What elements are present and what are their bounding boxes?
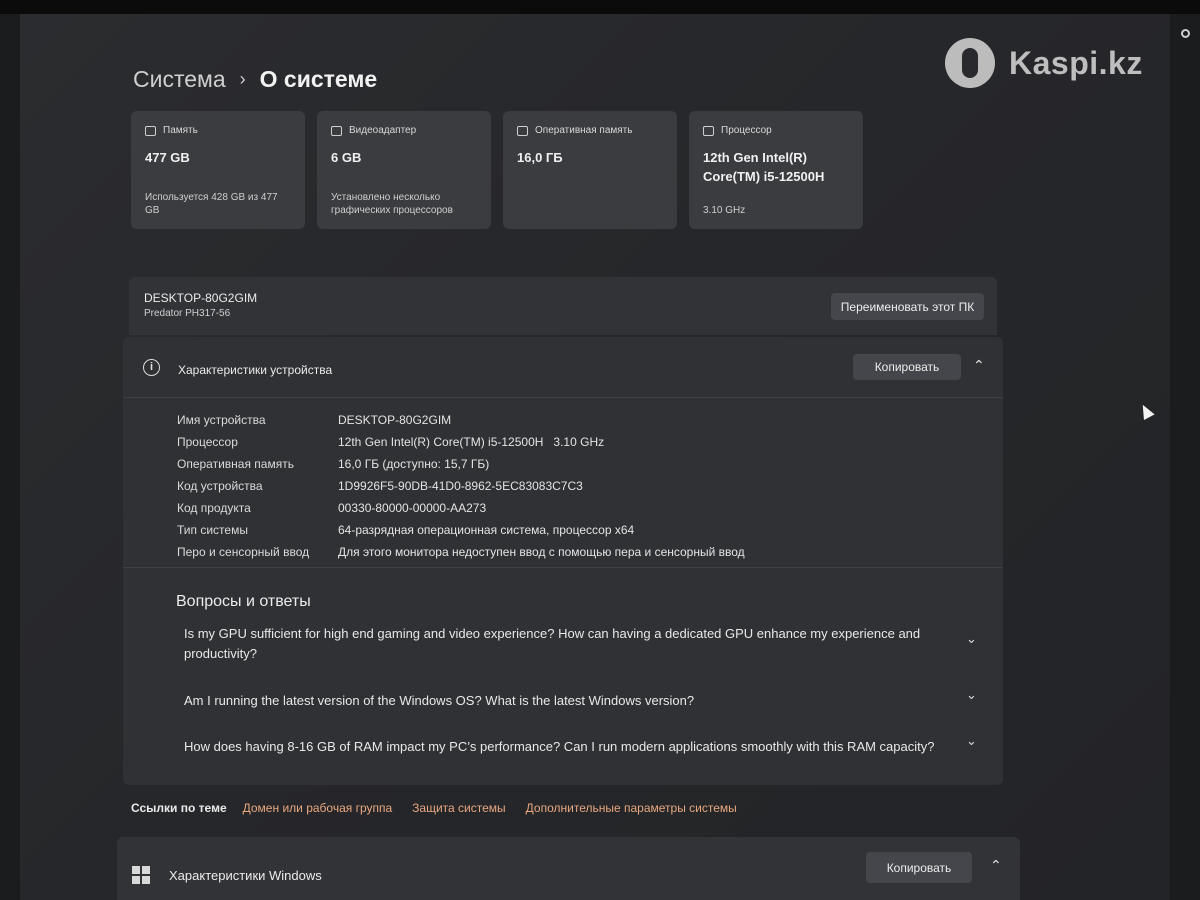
tile-value: 6 GB	[331, 150, 362, 165]
windows-specs-panel[interactable]: Характеристики Windows Копировать ⌃	[117, 837, 1020, 900]
tile-label: Оперативная память	[535, 125, 633, 136]
spec-label: Имя устройства	[177, 413, 266, 427]
tile-subtext: 3.10 GHz	[703, 205, 746, 216]
faq-item[interactable]: Is my GPU sufficient for high end gaming…	[184, 624, 954, 664]
faq-item[interactable]: How does having 8-16 GB of RAM impact my…	[184, 737, 954, 757]
breadcrumb-parent[interactable]: Система	[133, 66, 226, 93]
device-specs-panel: i Характеристики устройства Копировать ⌃…	[123, 337, 1003, 785]
spec-value: 1D9926F5-90DB-41D0-8962-5EC83083C7C3	[338, 479, 583, 493]
spec-label: Оперативная память	[177, 457, 294, 471]
related-links-title: Ссылки по теме	[131, 801, 227, 815]
spec-label: Тип системы	[177, 523, 248, 537]
kaspi-logo-icon	[945, 38, 995, 88]
tile-label: Видеоадаптер	[349, 125, 417, 136]
spec-value: 12th Gen Intel(R) Core(TM) i5-12500H 3.1…	[338, 435, 605, 449]
cpu-icon	[703, 125, 714, 136]
tile-cpu[interactable]: Процессор 12th Gen Intel(R) Core(TM) i5-…	[689, 111, 863, 229]
spec-row: Оперативная память 16,0 ГБ (доступно: 15,…	[177, 453, 745, 475]
chevron-down-icon[interactable]: ⌄	[966, 687, 977, 703]
copy-device-specs-button[interactable]: Копировать	[853, 354, 961, 380]
bezel-dot-icon	[1181, 29, 1190, 38]
spec-row: Код продукта 00330-80000-00000-AA273	[177, 497, 745, 519]
tile-ram[interactable]: Оперативная память 16,0 ГБ	[503, 111, 677, 229]
summary-tiles: Память 477 GB Используется 428 GB из 477…	[131, 111, 863, 229]
watermark: Kaspi.kz	[945, 38, 1143, 88]
tile-label: Память	[163, 125, 198, 136]
spec-value: 16,0 ГБ (доступно: 15,7 ГБ)	[338, 457, 490, 471]
faq-item[interactable]: Am I running the latest version of the W…	[184, 691, 954, 711]
gpu-icon	[331, 125, 342, 136]
link-domain-workgroup[interactable]: Домен или рабочая группа	[243, 801, 393, 815]
link-advanced-system-settings[interactable]: Дополнительные параметры системы	[526, 801, 737, 815]
chevron-up-icon[interactable]: ⌃	[990, 857, 1006, 873]
spec-value: DESKTOP-80G2GIM	[338, 413, 452, 427]
spec-row: Процессор 12th Gen Intel(R) Core(TM) i5-1…	[177, 431, 745, 453]
spec-value: 00330-80000-00000-AA273	[338, 501, 487, 515]
tile-storage[interactable]: Память 477 GB Используется 428 GB из 477…	[131, 111, 305, 229]
device-specs-header[interactable]: i Характеристики устройства Копировать ⌃	[123, 337, 1003, 398]
device-specs-table: Имя устройства DESKTOP-80G2GIM Процессор 1…	[177, 409, 745, 563]
screen-bezel	[0, 0, 1200, 14]
spec-row: Перо и сенсорный ввод Для этого монитора …	[177, 541, 745, 563]
tile-gpu[interactable]: Видеоадаптер 6 GB Установлено несколько …	[317, 111, 491, 229]
info-icon: i	[143, 359, 160, 376]
spec-label: Код продукта	[177, 501, 251, 515]
tile-value: 16,0 ГБ	[517, 150, 563, 165]
ram-icon	[517, 125, 528, 136]
link-system-protection[interactable]: Защита системы	[412, 801, 505, 815]
related-links: Ссылки по теме Домен или рабочая группа …	[131, 801, 737, 815]
tile-subtext: Используется 428 GB из 477 GB	[145, 192, 278, 216]
windows-specs-title: Характеристики Windows	[169, 868, 322, 883]
divider	[123, 567, 1003, 568]
spec-value: Для этого монитора недоступен ввод с пом…	[338, 545, 745, 559]
tile-label: Процессор	[721, 125, 772, 136]
storage-icon	[145, 125, 156, 136]
tile-subtext: Установлено несколько графических процес…	[331, 192, 453, 216]
tile-value: 477 GB	[145, 150, 190, 165]
spec-row: Код устройства 1D9926F5-90DB-41D0-8962-5E…	[177, 475, 745, 497]
spec-row: Имя устройства DESKTOP-80G2GIM	[177, 409, 745, 431]
chevron-right-icon: ›	[239, 69, 246, 89]
chevron-down-icon[interactable]: ⌄	[966, 631, 977, 647]
chevron-down-icon[interactable]: ⌄	[966, 733, 977, 749]
breadcrumb: Система › О системе	[133, 66, 377, 93]
windows-logo-icon	[132, 866, 150, 884]
copy-windows-specs-button[interactable]: Копировать	[866, 852, 972, 883]
spec-row: Тип системы 64-разрядная операционная сис…	[177, 519, 745, 541]
tile-value: 12th Gen Intel(R) Core(TM) i5-12500H	[703, 150, 825, 184]
watermark-text: Kaspi.kz	[1009, 44, 1143, 81]
spec-value: 64-разрядная операционная система, проце…	[338, 523, 635, 537]
spec-label: Код устройства	[177, 479, 263, 493]
device-specs-title: Характеристики устройства	[178, 363, 333, 377]
faq-title: Вопросы и ответы	[176, 593, 311, 610]
rename-pc-button[interactable]: Переименовать этот ПК	[831, 293, 984, 320]
chevron-up-icon[interactable]: ⌃	[973, 357, 989, 373]
spec-label: Перо и сенсорный ввод	[177, 545, 310, 559]
page-title: О системе	[259, 66, 378, 92]
spec-label: Процессор	[177, 435, 238, 449]
